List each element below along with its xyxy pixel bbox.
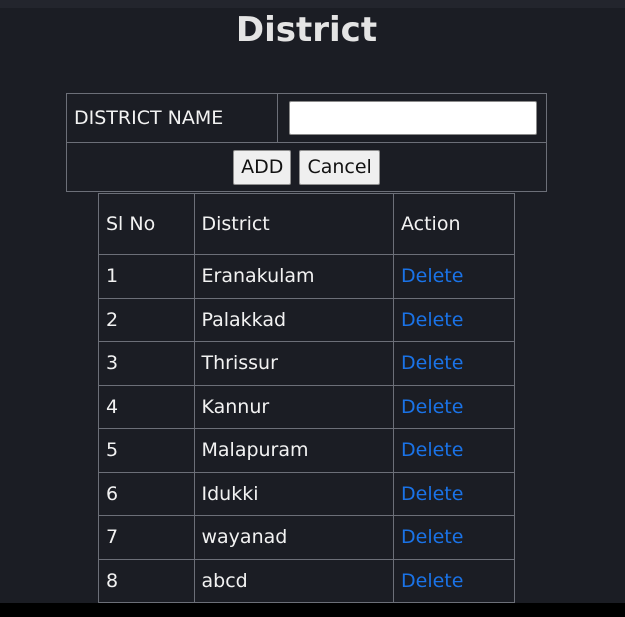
header-sl-no: Sl No (98, 193, 195, 255)
table-header-row: Sl No District Action (98, 193, 515, 255)
cell-sl-no: 4 (98, 384, 195, 429)
district-table: Sl No District Action 1 Eranakulam Delet… (98, 193, 515, 603)
cell-action: Delete (393, 471, 515, 516)
table-row: 4 Kannur Delete (98, 384, 515, 429)
cell-sl-no: 1 (98, 254, 195, 299)
top-bar (0, 0, 625, 8)
district-name-label: DISTRICT NAME (66, 93, 278, 143)
cell-action: Delete (393, 297, 515, 342)
delete-link[interactable]: Delete (401, 352, 463, 374)
table-row: 6 Idukki Delete (98, 471, 515, 516)
cell-sl-no: 5 (98, 428, 195, 473)
cell-district: Kannur (193, 384, 394, 429)
cell-district: abcd (193, 558, 394, 603)
table-row: 8 abcd Delete (98, 558, 515, 603)
table-row: 1 Eranakulam Delete (98, 254, 515, 299)
delete-link[interactable]: Delete (401, 265, 463, 287)
district-name-row: DISTRICT NAME (66, 93, 547, 143)
header-action: Action (393, 193, 515, 255)
cell-action: Delete (393, 341, 515, 386)
cell-sl-no: 3 (98, 341, 195, 386)
cell-district: Palakkad (193, 297, 394, 342)
cell-sl-no: 7 (98, 515, 195, 560)
cell-action: Delete (393, 428, 515, 473)
form-buttons-cell: ADD Cancel (66, 142, 547, 192)
cell-district: wayanad (193, 515, 394, 560)
cell-district: Thrissur (193, 341, 394, 386)
cell-district: Eranakulam (193, 254, 394, 299)
cell-sl-no: 8 (98, 558, 195, 603)
table-row: 5 Malapuram Delete (98, 428, 515, 473)
cell-district: Malapuram (193, 428, 394, 473)
delete-link[interactable]: Delete (401, 483, 463, 505)
delete-link[interactable]: Delete (401, 396, 463, 418)
table-row: 7 wayanad Delete (98, 515, 515, 560)
cell-action: Delete (393, 384, 515, 429)
page: District DISTRICT NAME ADD Cancel Sl No … (0, 0, 625, 603)
cell-district: Idukki (193, 471, 394, 516)
table-row: 2 Palakkad Delete (98, 297, 515, 342)
header-district: District (193, 193, 394, 255)
district-form: DISTRICT NAME ADD Cancel (66, 93, 547, 192)
cell-sl-no: 2 (98, 297, 195, 342)
delete-link[interactable]: Delete (401, 439, 463, 461)
district-name-input[interactable] (289, 101, 537, 135)
cell-action: Delete (393, 515, 515, 560)
district-name-input-cell (277, 93, 547, 143)
form-buttons-row: ADD Cancel (66, 142, 547, 192)
cell-action: Delete (393, 558, 515, 603)
add-button[interactable]: ADD (233, 149, 292, 185)
delete-link[interactable]: Delete (401, 526, 463, 548)
cell-action: Delete (393, 254, 515, 299)
table-row: 3 Thrissur Delete (98, 341, 515, 386)
cell-sl-no: 6 (98, 471, 195, 516)
cancel-button[interactable]: Cancel (299, 149, 380, 185)
delete-link[interactable]: Delete (401, 570, 463, 592)
delete-link[interactable]: Delete (401, 309, 463, 331)
page-title: District (235, 10, 378, 50)
